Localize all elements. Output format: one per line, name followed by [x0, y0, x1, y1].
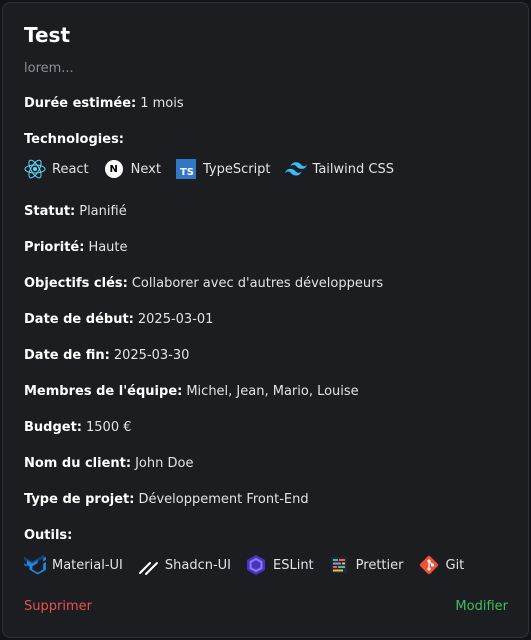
- priority-label: Priorité:: [24, 240, 85, 255]
- client-label: Nom du client:: [24, 456, 132, 471]
- tool-item-prettier: Prettier: [328, 554, 404, 576]
- budget-label: Budget:: [24, 420, 83, 435]
- git-icon: [418, 554, 440, 576]
- eslint-icon: [245, 554, 267, 576]
- project-type-label: Type de projet:: [24, 492, 135, 507]
- client-value: John Doe: [135, 456, 194, 471]
- project-type-row: Type de projet: Développement Front-End: [24, 492, 309, 507]
- priority-row: Priorité: Haute: [24, 240, 128, 255]
- tech-name: Tailwind CSS: [312, 161, 394, 177]
- edit-button[interactable]: Modifier: [455, 599, 508, 614]
- tool-name: Material-UI: [52, 557, 123, 573]
- tailwind-icon: [284, 158, 307, 180]
- project-type-value: Développement Front-End: [138, 492, 309, 507]
- objectives-row: Objectifs clés: Collaborer avec d'autres …: [24, 276, 383, 291]
- tech-item-typescript: TS TypeScript: [175, 158, 271, 180]
- budget-value: 1500 €: [86, 420, 132, 435]
- end-date-label: Date de fin:: [24, 348, 110, 363]
- start-date-value: 2025-03-01: [137, 312, 214, 327]
- tech-item-next: N Next: [103, 158, 161, 180]
- priority-value: Haute: [88, 240, 128, 255]
- status-label: Statut:: [24, 204, 76, 219]
- objectives-value: Collaborer avec d'autres développeurs: [131, 276, 384, 291]
- technologies-list: React N Next TS TypeScript Tailwind CSS: [24, 158, 408, 180]
- tool-name: Shadcn-UI: [164, 557, 231, 573]
- tech-name: TypeScript: [202, 161, 271, 177]
- team-label: Membres de l'équipe:: [24, 384, 183, 399]
- budget-row: Budget: 1500 €: [24, 420, 132, 435]
- team-value: Michel, Jean, Mario, Louise: [186, 384, 359, 399]
- tools-label: Outils:: [24, 528, 73, 543]
- end-date-value: 2025-03-30: [113, 348, 190, 363]
- objectives-label: Objectifs clés:: [24, 276, 128, 291]
- project-card: Test lorem... Durée estimée: 1 mois Techn…: [2, 2, 529, 638]
- duration-row: Durée estimée: 1 mois: [24, 96, 184, 111]
- tool-item-eslint: ESLint: [245, 554, 314, 576]
- tool-item-material-ui: Material-UI: [24, 554, 123, 576]
- duration-label: Durée estimée:: [24, 96, 137, 111]
- tech-item-react: React: [24, 158, 89, 180]
- react-icon: [24, 158, 46, 180]
- prettier-icon: [328, 554, 350, 576]
- tech-name: React: [52, 161, 89, 177]
- tool-name: Git: [445, 557, 465, 573]
- end-date-row: Date de fin: 2025-03-30: [24, 348, 189, 363]
- project-title: Test: [24, 23, 71, 47]
- start-date-row: Date de début: 2025-03-01: [24, 312, 213, 327]
- status-row: Statut: Planifié: [24, 204, 127, 219]
- tool-name: Prettier: [355, 557, 404, 573]
- nextjs-icon: N: [103, 158, 125, 180]
- start-date-label: Date de début:: [24, 312, 134, 327]
- shadcn-icon: [137, 554, 159, 576]
- client-row: Nom du client: John Doe: [24, 456, 193, 471]
- delete-button[interactable]: Supprimer: [24, 599, 92, 614]
- project-description: lorem...: [24, 61, 74, 76]
- duration-value: 1 mois: [140, 96, 184, 111]
- tool-name: ESLint: [273, 557, 314, 573]
- team-row: Membres de l'équipe: Michel, Jean, Mario,…: [24, 384, 359, 399]
- typescript-icon: TS: [175, 158, 197, 180]
- tools-list: Material-UI Shadcn-UI ESLint Prettier Gi…: [24, 554, 478, 576]
- tech-name: Next: [130, 161, 161, 177]
- tool-item-shadcn-ui: Shadcn-UI: [137, 554, 231, 576]
- material-ui-icon: [24, 554, 46, 576]
- technologies-label: Technologies:: [24, 132, 125, 147]
- tool-item-git: Git: [418, 554, 465, 576]
- status-value: Planifié: [79, 204, 127, 219]
- tech-item-tailwind: Tailwind CSS: [284, 158, 394, 180]
